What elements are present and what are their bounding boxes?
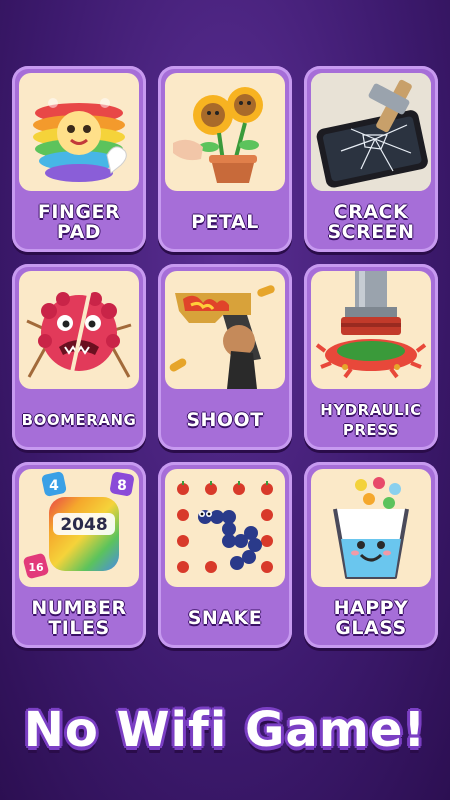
game-card-finger-pad[interactable]: FINGER PAD [12,66,146,252]
pop-it-flower-icon [19,73,139,191]
game-card-shoot[interactable]: SHOOT [158,264,292,450]
game-card-happy-glass[interactable]: HAPPY GLASS [304,462,438,648]
game-card-crack-screen[interactable]: CRACK SCREEN [304,66,438,252]
game-label: FINGER PAD [37,201,121,243]
game-label: SHOOT [186,409,264,431]
red-monster-icon [19,271,139,389]
footer-title: No Wifi Game! [23,702,427,758]
game-card-snake[interactable]: SNAKE [158,462,292,648]
small-tile-value: 16 [28,561,44,574]
games-grid: FINGER PAD PETAL CRACK SCREEN BOOMERANG … [12,66,438,652]
small-tile-value: 4 [49,478,59,494]
sunflower-pot-icon [165,73,285,191]
game-label: NUMBER TILES [31,597,127,639]
game-card-number-tiles[interactable]: 4 8 16 2048 NUMBER TILES [12,462,146,648]
game-card-petal[interactable]: PETAL [158,66,292,252]
happy-glass-icon [311,469,431,587]
game-card-hydraulic-press[interactable]: HYDRAULIC PRESS [304,264,438,450]
game-label: HAPPY GLASS [333,597,409,639]
game-label: CRACK SCREEN [327,201,415,243]
small-tile-value: 8 [117,478,127,494]
game-label: HYDRAULIC PRESS [320,401,422,439]
game-label: PETAL [191,211,259,233]
game-label: BOOMERANG [21,411,137,429]
pistol-icon [165,271,285,389]
hammer-phone-icon [311,73,431,191]
game-card-boomerang[interactable]: BOOMERANG [12,264,146,450]
number-cube-icon: 4 8 16 2048 [19,469,139,587]
tile-value: 2048 [60,515,107,535]
game-label: SNAKE [187,607,263,629]
hydraulic-press-icon [311,271,431,389]
snake-apples-icon [165,469,285,587]
